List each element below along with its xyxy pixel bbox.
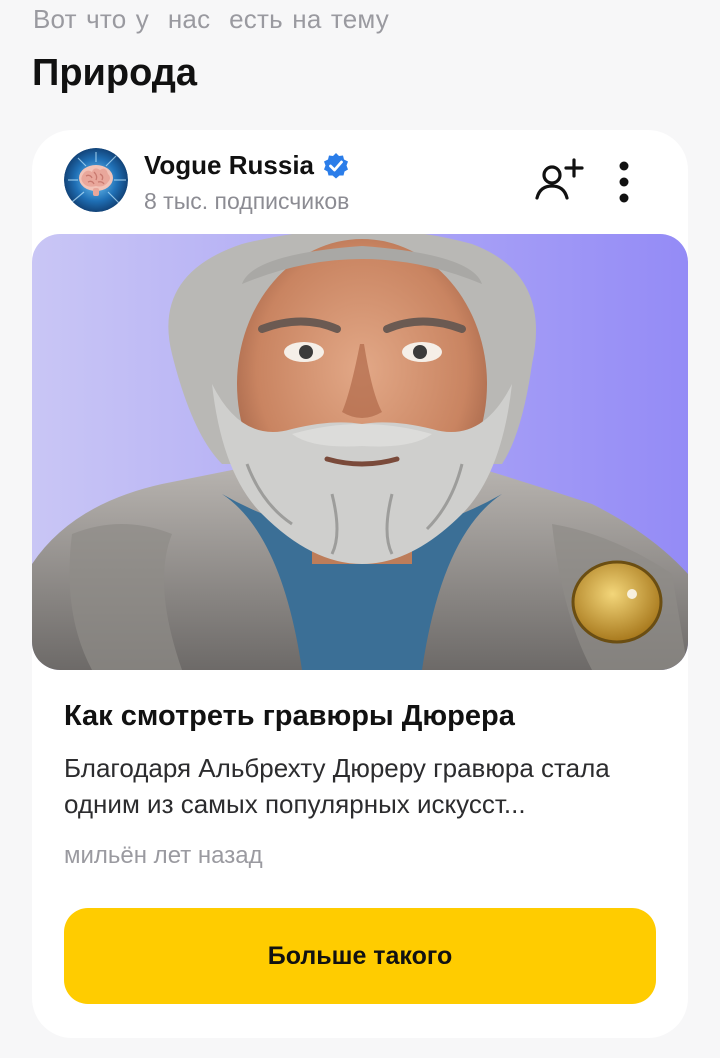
article-timestamp: мильён лет назад xyxy=(64,842,263,869)
topic-title: Природа xyxy=(32,52,198,94)
brain-avatar-icon xyxy=(64,148,128,212)
subscribe-button[interactable] xyxy=(532,156,590,206)
more-like-this-button[interactable]: Больше такого xyxy=(64,908,656,1004)
verified-badge-icon xyxy=(324,152,349,178)
feed-page: Вот что у нас есть на тему Природа Vogue… xyxy=(0,0,720,1058)
vertical-dots-icon xyxy=(619,161,629,203)
article-title[interactable]: Как смотреть гравюры Дюрера xyxy=(64,700,664,733)
channel-name[interactable]: Vogue Russia xyxy=(144,150,314,181)
channel-subscribers: 8 тыс. подписчиков xyxy=(144,188,350,214)
channel-avatar[interactable] xyxy=(64,148,128,212)
channel-name-row[interactable]: Vogue Russia xyxy=(144,150,350,181)
article-card[interactable]: Vogue Russia 8 тыс. подписчиков Как смот… xyxy=(32,130,688,1038)
bearded-man-portrait-image xyxy=(32,234,688,670)
person-plus-icon xyxy=(535,158,584,200)
article-cover-image[interactable] xyxy=(32,234,688,670)
article-snippet: Благодаря Альбрехту Дюреру гравюра стала… xyxy=(64,753,610,819)
topic-subtitle: Вот что у нас есть на тему xyxy=(33,4,389,34)
more-options-button[interactable] xyxy=(610,158,638,206)
